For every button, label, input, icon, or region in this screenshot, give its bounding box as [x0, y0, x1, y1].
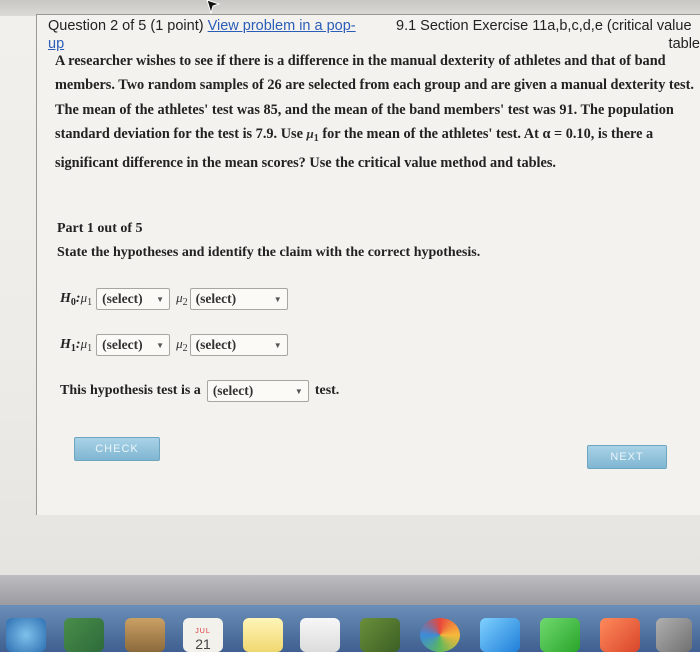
section-title-line1: 9.1 Section Exercise 11a,b,c,d,e (critic…: [396, 18, 692, 34]
preview-dock-icon[interactable]: [64, 618, 104, 652]
mouse-cursor-icon: [206, 0, 221, 14]
h0-mu2: μ2: [176, 290, 188, 308]
test-type-prefix: This hypothesis test is a: [60, 383, 201, 398]
problem-statement: A researcher wishes to see if there is a…: [55, 53, 694, 172]
h0-claim-select[interactable]: (select) ▼: [189, 288, 288, 310]
messages-dock-icon[interactable]: [480, 618, 520, 652]
section-title: 9.1 Section Exercise 11a,b,c,d,e (critic…: [396, 17, 700, 53]
question-header: Question 2 of 5 (1 point) View problem i…: [48, 17, 378, 53]
safari-dock-icon[interactable]: [6, 618, 46, 652]
reminders-dock-icon[interactable]: [300, 618, 340, 652]
chevron-down-icon: ▼: [273, 340, 282, 350]
facetime-dock-icon[interactable]: [540, 618, 580, 652]
test-type-sentence: This hypothesis test is a (select) ▼ test…: [60, 379, 339, 403]
h1-relation-select[interactable]: (select) ▼: [96, 334, 171, 356]
desktop-strip: [0, 575, 700, 605]
h1-mu2: μ2: [176, 336, 188, 354]
h0-symbol: H0: [60, 290, 76, 308]
chevron-down-icon: ▼: [273, 294, 282, 304]
h1-claim-select[interactable]: (select) ▼: [189, 334, 288, 356]
chevron-down-icon: ▼: [156, 294, 165, 304]
h1-symbol: H1: [60, 336, 76, 354]
alpha-value: α = 0.10: [542, 125, 591, 142]
check-button[interactable]: CHECK: [74, 437, 160, 461]
stickies-dock-icon[interactable]: [243, 618, 283, 652]
dock: [0, 605, 700, 652]
photos-dock-icon[interactable]: [420, 618, 460, 652]
null-hypothesis-row: H0 : μ1 (select) ▼ μ2 (select) ▼: [60, 286, 288, 312]
test-type-suffix: test.: [314, 383, 340, 398]
h1-mu1: μ1: [80, 336, 93, 354]
part-label: Part 1 out of 5: [57, 221, 143, 236]
test-type-select[interactable]: (select) ▼: [206, 380, 309, 402]
system-dock-icon[interactable]: [656, 618, 692, 652]
part-instruction: State the hypotheses and identify the cl…: [57, 245, 481, 260]
calendar-month: JUL: [195, 628, 211, 635]
chevron-down-icon: ▼: [294, 386, 303, 396]
next-button[interactable]: NEXT: [587, 445, 667, 469]
mu1-symbol: μ1: [306, 125, 319, 144]
question-number: Question 2 of 5 (1 point): [48, 18, 208, 34]
h0-relation-select[interactable]: (select) ▼: [96, 288, 171, 310]
calendar-day: 21: [195, 636, 211, 652]
app-dock-icon[interactable]: [600, 618, 640, 652]
maps-dock-icon[interactable]: [360, 618, 400, 652]
notes-dock-icon[interactable]: [125, 618, 165, 652]
alternative-hypothesis-row: H1 : μ1 (select) ▼ μ2 (select) ▼: [60, 332, 288, 358]
chevron-down-icon: ▼: [156, 340, 165, 350]
h0-mu1: μ1: [80, 290, 93, 308]
